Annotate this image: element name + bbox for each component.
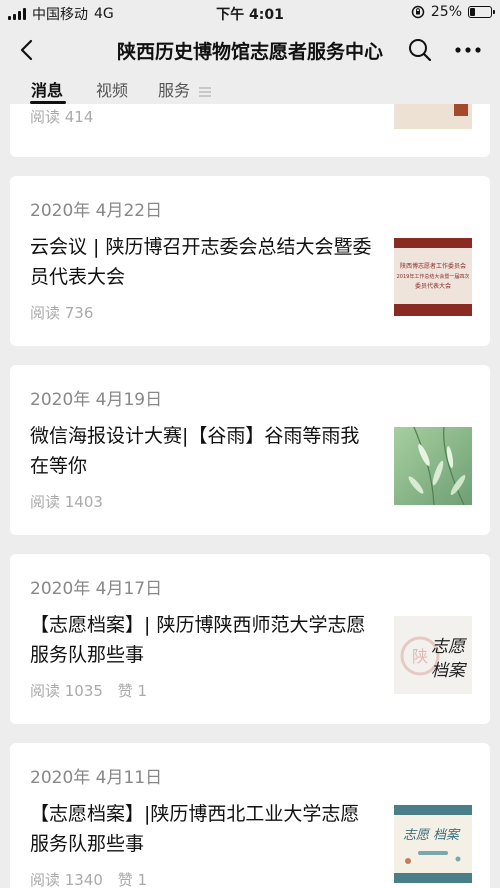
rotation-lock-icon (411, 5, 425, 19)
article-read-count: 阅读 1035 (30, 682, 103, 700)
active-tab-indicator (30, 101, 66, 104)
article-date: 2020年 4月22日 (30, 201, 163, 221)
thumb-line-2: 档案 (433, 828, 461, 843)
article-card[interactable]: 2020年 4月19日 微信海报设计大赛|【谷雨】谷雨等雨我在等你 阅读 140… (10, 365, 490, 535)
article-thumbnail: 陕 志愿 档案 (394, 616, 472, 694)
article-read-count: 阅读 1403 (30, 493, 103, 511)
article-title: 云会议 | 陕历博召开志委会总结大会暨委员代表大会 (30, 236, 372, 288)
article-like-count: 赞 1 (117, 682, 148, 700)
article-read-count: 阅读 1340 (30, 871, 103, 888)
thumb-seal: 陕 (412, 647, 428, 666)
article-card[interactable]: 2020年 4月22日 云会议 | 陕历博召开志委会总结大会暨委员代表大会 阅读… (10, 176, 490, 346)
article-date: 2020年 4月19日 (30, 390, 163, 410)
thumb-line-1: 志愿 (431, 637, 467, 657)
article-card-partial[interactable]: 阅读 414 (10, 104, 490, 157)
article-meta: 阅读 1403 (30, 491, 113, 512)
article-title: 微信海报设计大赛|【谷雨】谷雨等雨我在等你 (30, 425, 360, 477)
article-card[interactable]: 2020年 4月11日 【志愿档案】|陕历博西北工业大学志愿服务队那些事 阅读 … (10, 743, 490, 888)
thumb-line-2: 2019年工作总结大会暨一届四次 (397, 273, 470, 280)
article-thumbnail (394, 427, 472, 505)
article-date: 2020年 4月11日 (30, 768, 163, 788)
battery-percent: 25% (430, 4, 462, 20)
article-title: 【志愿档案】| 陕历博陕西师范大学志愿服务队那些事 (30, 614, 366, 666)
tab-bar: 消息 视频 服务 (0, 74, 500, 104)
article-thumbnail: 志愿 档案 (394, 805, 472, 883)
nav-bar: 陕西历史博物馆志愿者服务中心 (0, 26, 500, 74)
tab-services-label: 服务 (158, 81, 191, 100)
article-meta: 阅读 1035 赞 1 (30, 680, 157, 701)
thumb-line-1: 志愿 (403, 828, 431, 843)
status-bar: 中国移动 4G 下午 4:01 25% (0, 0, 500, 26)
battery-icon (468, 6, 495, 18)
article-like-count: 赞 1 (117, 871, 148, 888)
article-thumbnail: 陕西博志愿者工作委员会 2019年工作总结大会暨一届四次 委员代表大会 (394, 238, 472, 316)
article-thumbnail (394, 104, 472, 129)
tab-videos[interactable]: 视频 (96, 77, 128, 101)
tab-messages[interactable]: 消息 (31, 77, 63, 101)
article-meta: 阅读 736 (30, 302, 103, 323)
menu-lines-icon (199, 86, 212, 97)
thumb-line-1: 陕西博志愿者工作委员会 (400, 262, 466, 270)
more-options-icon[interactable] (452, 36, 484, 64)
article-meta: 阅读 1340 赞 1 (30, 869, 157, 888)
article-date: 2020年 4月17日 (30, 579, 163, 599)
article-read-count: 阅读 414 (30, 108, 94, 126)
status-right: 25% (411, 4, 495, 20)
thumb-line-3: 委员代表大会 (415, 282, 451, 290)
article-read-count: 阅读 736 (30, 304, 94, 322)
article-card[interactable]: 2020年 4月17日 【志愿档案】| 陕历博陕西师范大学志愿服务队那些事 阅读… (10, 554, 490, 724)
search-icon[interactable] (406, 36, 434, 64)
thumb-line-2: 档案 (431, 661, 467, 681)
tab-services[interactable]: 服务 (158, 77, 212, 101)
article-feed[interactable]: 阅读 414 2020年 4月22日 云会议 | 陕历博召开志委会总结大会暨委员… (0, 104, 500, 888)
article-title: 【志愿档案】|陕历博西北工业大学志愿服务队那些事 (30, 803, 360, 855)
